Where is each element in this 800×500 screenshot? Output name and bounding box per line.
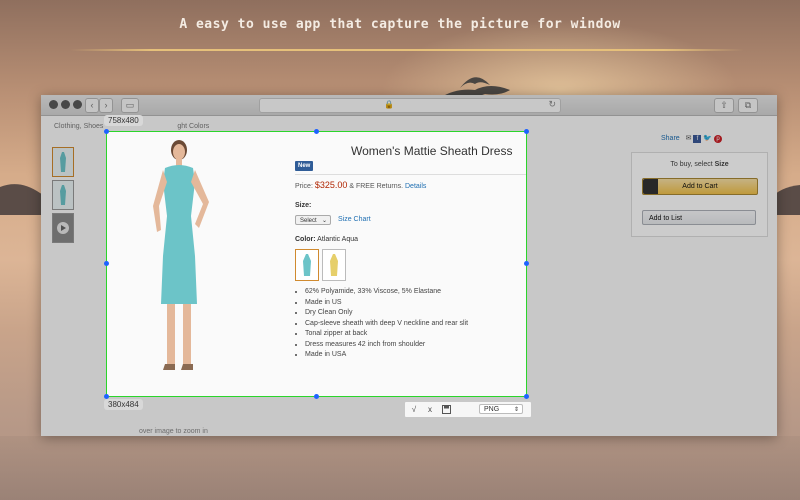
resize-handle-top-left[interactable] bbox=[104, 129, 109, 134]
resize-handle-top[interactable] bbox=[314, 129, 319, 134]
capture-selection[interactable] bbox=[106, 131, 527, 397]
resize-handle-bottom[interactable] bbox=[314, 394, 319, 399]
selection-size-label: 758x480 bbox=[104, 115, 143, 126]
tagline-divider bbox=[70, 49, 744, 51]
cursor-position-label: 380x484 bbox=[104, 399, 143, 410]
format-select[interactable]: PNG ⇕ bbox=[479, 404, 523, 414]
resize-handle-top-right[interactable] bbox=[524, 129, 529, 134]
resize-handle-right[interactable] bbox=[524, 261, 529, 266]
chevron-updown-icon: ⇕ bbox=[513, 407, 519, 413]
dim-overlay-left bbox=[41, 131, 106, 397]
cancel-capture-button[interactable]: x bbox=[423, 402, 437, 417]
app-tagline: A easy to use app that capture the pictu… bbox=[179, 17, 621, 32]
save-icon[interactable] bbox=[439, 402, 453, 417]
accept-capture-button[interactable]: √ bbox=[407, 402, 421, 417]
water-reflection bbox=[0, 436, 800, 500]
dim-overlay-right bbox=[527, 131, 777, 397]
format-select-value: PNG bbox=[484, 406, 500, 413]
dim-overlay-top bbox=[41, 95, 777, 131]
resize-handle-bottom-right[interactable] bbox=[524, 394, 529, 399]
capture-toolbar: √ x PNG ⇕ bbox=[404, 401, 532, 418]
resize-handle-left[interactable] bbox=[104, 261, 109, 266]
